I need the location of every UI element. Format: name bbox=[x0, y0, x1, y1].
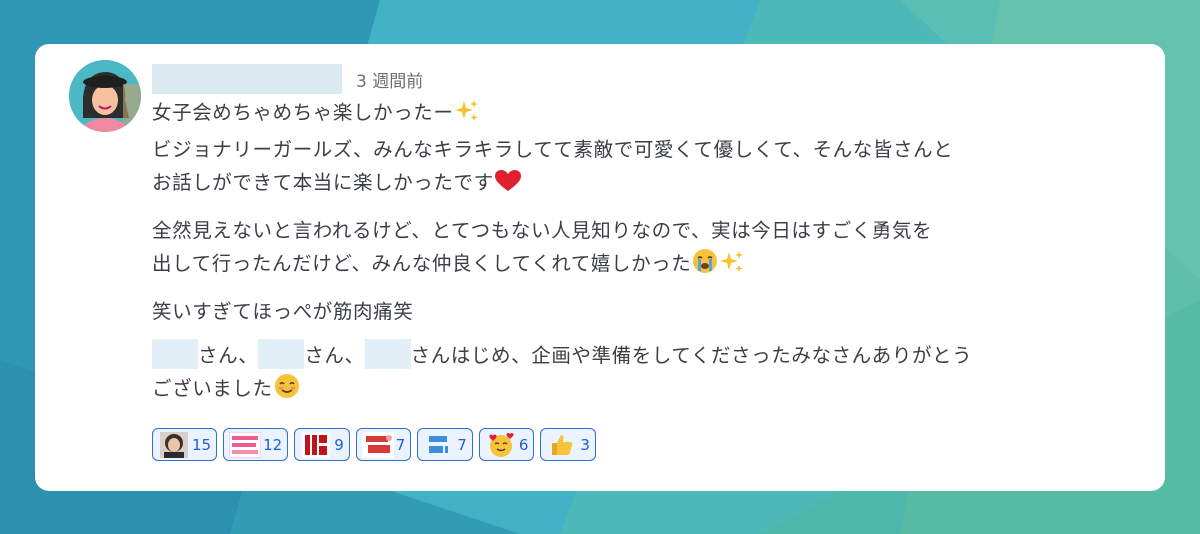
text-line: 女子会めちゃめちゃ楽しかったー bbox=[152, 101, 454, 124]
mention-redacted[interactable] bbox=[258, 339, 305, 369]
reaction-count: 3 bbox=[580, 435, 590, 454]
smiling-face-with-hearts-icon bbox=[485, 432, 517, 458]
avatar[interactable] bbox=[69, 60, 141, 132]
mention-redacted[interactable] bbox=[152, 339, 198, 369]
reaction-iine[interactable]: 7 bbox=[417, 428, 473, 461]
comment-header: 3 週間前 bbox=[152, 62, 1142, 96]
reaction-portrait[interactable]: 15 bbox=[152, 428, 218, 461]
sparkles-icon bbox=[719, 250, 745, 284]
paragraph-2: 全然見えないと言われるけど、とてつもない人見知りなので、実は今日はすごく勇気を … bbox=[152, 214, 1142, 284]
reaction-thumbs-up[interactable]: 3 bbox=[540, 428, 596, 461]
timestamp: 3 週間前 bbox=[356, 71, 424, 92]
reaction-smiling-hearts[interactable]: 6 bbox=[478, 428, 535, 461]
text-line: お話しができて本当に楽しかったです bbox=[152, 171, 494, 194]
thumbs-up-icon bbox=[546, 432, 578, 458]
reaction-count: 9 bbox=[334, 435, 344, 454]
reactions-bar: 15 12 9 7 7 6 3 bbox=[152, 428, 596, 461]
reaction-otsukaresama[interactable]: 7 bbox=[355, 428, 412, 461]
iine-sticker-icon bbox=[423, 431, 455, 458]
paragraph-1: 女子会めちゃめちゃ楽しかったー ビジョナリーガールズ、みんなキラキラしてて素敵で… bbox=[152, 96, 1142, 203]
reaction-count: 6 bbox=[518, 435, 529, 454]
reaction-arigatou[interactable]: 12 bbox=[223, 428, 289, 461]
reaction-kanji-stamp[interactable]: 9 bbox=[294, 428, 350, 461]
arigatou-gozaimasu-sticker-icon bbox=[229, 431, 262, 458]
comment-content: 3 週間前 女子会めちゃめちゃ楽しかったー ビジョナリーガールズ、みんなキラキラ… bbox=[152, 62, 1142, 420]
author-name-redacted[interactable] bbox=[152, 64, 342, 94]
comment-card: 3 週間前 女子会めちゃめちゃ楽しかったー ビジョナリーガールズ、みんなキラキラ… bbox=[35, 44, 1165, 491]
otsukaresama-sticker-icon bbox=[361, 431, 394, 458]
sparkles-icon bbox=[454, 99, 480, 133]
text-line: 全然見えないと言われるけど、とてつもない人見知りなので、実は今日はすごく勇気を bbox=[152, 219, 933, 242]
text-line: ビジョナリーガールズ、みんなキラキラしてて素敵で可愛くて優しくて、そんな皆さんと bbox=[152, 138, 954, 161]
reaction-count: 7 bbox=[457, 435, 467, 454]
reaction-count: 7 bbox=[395, 435, 406, 454]
mention-redacted[interactable] bbox=[364, 339, 411, 369]
reaction-count: 15 bbox=[192, 435, 212, 454]
text-segment: さん、 bbox=[198, 344, 259, 367]
red-heart-icon bbox=[494, 169, 522, 203]
reaction-count: 12 bbox=[263, 435, 283, 454]
paragraph-4: さん、 さん、 さんはじめ、企画や準備をしてくださったみなさんありがとう ございまし… bbox=[152, 339, 1142, 409]
avatar-illustration bbox=[69, 60, 141, 132]
smiling-face-icon bbox=[273, 373, 301, 409]
kanji-stamp-sticker-icon bbox=[300, 431, 332, 458]
paragraph-3: 笑いすぎてほっぺが筋肉痛笑 bbox=[152, 295, 1142, 328]
text-segment: さんはじめ、企画や準備をしてくださったみなさんありがとう bbox=[410, 344, 973, 367]
text-line: ございました bbox=[152, 377, 273, 400]
portrait-sticker-icon bbox=[158, 431, 190, 458]
text-line: 出して行ったんだけど、みんな仲良くしてくれて嬉しかった bbox=[152, 252, 692, 275]
text-segment: さん、 bbox=[304, 344, 365, 367]
comment-body: 女子会めちゃめちゃ楽しかったー ビジョナリーガールズ、みんなキラキラしてて素敵で… bbox=[152, 96, 1142, 409]
text-line: 笑いすぎてほっぺが筋肉痛笑 bbox=[152, 300, 414, 323]
loudly-crying-face-icon bbox=[691, 248, 719, 284]
